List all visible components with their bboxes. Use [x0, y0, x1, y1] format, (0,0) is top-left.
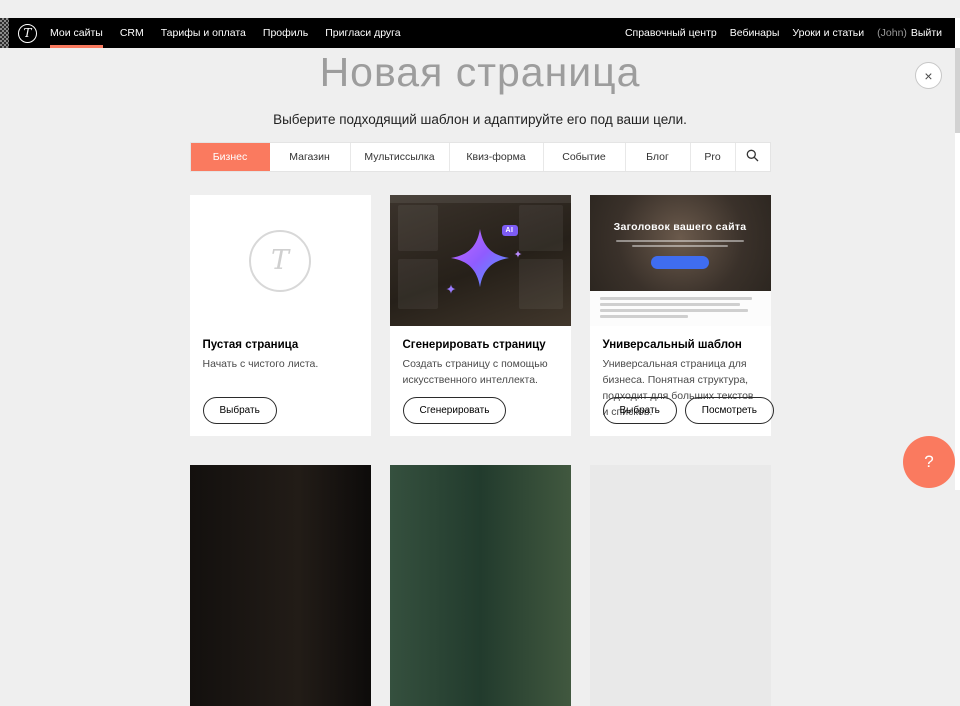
preview-text-line: [600, 309, 748, 312]
card-description: Создать страницу с помощью искусственног…: [403, 357, 558, 389]
preview-cta-button: [651, 256, 709, 269]
nav-item-webinars[interactable]: Вебинары: [730, 27, 780, 39]
template-grid-row2: [190, 465, 771, 706]
ai-badge: AI: [502, 225, 518, 236]
top-navbar: T Мои сайты CRM Тарифы и оплата Профиль …: [0, 18, 955, 48]
logout-link[interactable]: Выйти: [911, 27, 942, 39]
new-page-dialog: Новая страница Выберите подходящий шабло…: [0, 18, 960, 706]
ai-star-icon: [449, 227, 511, 294]
choose-button[interactable]: Выбрать: [603, 397, 677, 424]
nav-item-profile[interactable]: Профиль: [263, 18, 308, 48]
template-card-ai-generate[interactable]: AI Сгенерировать страницу Создать страни…: [390, 195, 571, 436]
tilda-logo-icon[interactable]: T: [18, 24, 37, 43]
view-button[interactable]: Посмотреть: [685, 397, 774, 424]
tab-shop[interactable]: Магазин: [270, 143, 351, 171]
scrollbar-thumb[interactable]: [955, 48, 960, 133]
card-title: Пустая страница: [203, 339, 358, 351]
blank-preview: T: [190, 195, 371, 326]
tab-quiz-form[interactable]: Квиз-форма: [450, 143, 544, 171]
nav-item-crm[interactable]: CRM: [120, 18, 144, 48]
nav-left: Мои сайты CRM Тарифы и оплата Профиль Пр…: [50, 18, 401, 48]
tab-business[interactable]: Бизнес: [191, 143, 270, 171]
ai-preview: AI: [390, 195, 571, 326]
tab-search[interactable]: [736, 143, 770, 171]
card-title: Сгенерировать страницу: [403, 339, 558, 351]
template-card-blank[interactable]: T Пустая страница Начать с чистого листа…: [190, 195, 371, 436]
template-card-preview[interactable]: [590, 465, 771, 706]
preview-text-line: [600, 297, 752, 300]
page-subtitle: Выберите подходящий шаблон и адаптируйте…: [0, 112, 960, 127]
template-grid: T Пустая страница Начать с чистого листа…: [190, 195, 771, 436]
sparkle-icon: [514, 245, 522, 263]
preview-text-line: [616, 240, 744, 242]
scrollbar[interactable]: [955, 18, 960, 490]
sparkle-icon: [446, 281, 456, 299]
tab-pro[interactable]: Pro: [691, 143, 736, 171]
card-title: Универсальный шаблон: [603, 339, 758, 351]
card-description: Начать с чистого листа.: [203, 357, 358, 373]
preview-site-title: Заголовок вашего сайта: [614, 221, 747, 233]
tab-event[interactable]: Событие: [544, 143, 626, 171]
help-button[interactable]: ?: [903, 436, 955, 488]
preview-text-line: [632, 245, 728, 247]
nav-item-my-sites[interactable]: Мои сайты: [50, 18, 103, 48]
tab-multilink[interactable]: Мультиссылка: [351, 143, 450, 171]
preview-text-line: [600, 303, 740, 306]
tab-blog[interactable]: Блог: [626, 143, 691, 171]
nav-right: Справочный центр Вебинары Уроки и статьи…: [625, 27, 955, 39]
nav-item-invite-friend[interactable]: Пригласи друга: [325, 18, 400, 48]
close-button[interactable]: ×: [915, 62, 942, 89]
nav-item-tariffs[interactable]: Тарифы и оплата: [161, 18, 246, 48]
tilda-circle-logo-icon: T: [249, 230, 311, 292]
template-card-preview[interactable]: [390, 465, 571, 706]
user-name: (John): [877, 27, 907, 39]
user-menu: (John) Выйти: [877, 27, 942, 39]
choose-button[interactable]: Выбрать: [203, 397, 277, 424]
nav-item-lessons[interactable]: Уроки и статьи: [792, 27, 864, 39]
template-category-tabs: Бизнес Магазин Мультиссылка Квиз-форма С…: [190, 142, 771, 172]
nav-item-help-center[interactable]: Справочный центр: [625, 27, 717, 39]
template-card-universal[interactable]: Заголовок вашего сайта Универсальный шаб…: [590, 195, 771, 436]
generate-button[interactable]: Сгенерировать: [403, 397, 507, 424]
texture-strip: [0, 18, 9, 48]
template-card-preview[interactable]: [190, 465, 371, 706]
search-icon: [746, 149, 759, 165]
universal-preview: Заголовок вашего сайта: [590, 195, 771, 326]
preview-text-line: [600, 315, 688, 318]
